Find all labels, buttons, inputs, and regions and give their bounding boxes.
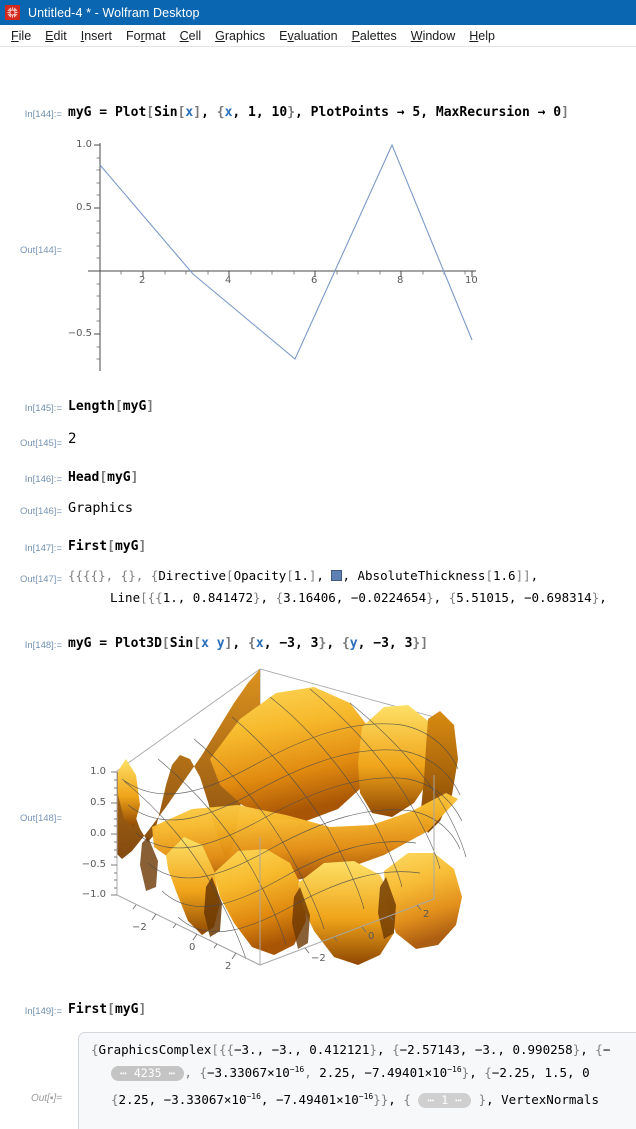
z-tick-00: 0.0	[90, 828, 106, 839]
plot-2d-sin[interactable]: 2 4 6 8 10 1.0 0.5 −0.5	[68, 133, 488, 378]
output-cell-147-line1: {{{{}, {}, {Directive[Opacity[1.], , Abs…	[68, 568, 539, 583]
menu-window[interactable]: Window	[404, 27, 462, 45]
input-cell-147[interactable]: First[myG]	[68, 539, 146, 554]
skeleton-1[interactable]: ⋯ 1 ⋯	[418, 1093, 472, 1109]
z-tick-1: 1.0	[90, 766, 106, 777]
x-tick-8: 8	[397, 275, 404, 286]
y-tick-05: 0.5	[76, 202, 92, 213]
menu-help-rest: elp	[478, 28, 495, 43]
x-tick-6: 6	[311, 275, 318, 286]
menu-cell[interactable]: Cell	[173, 27, 209, 45]
out-label-145: Out[145]=	[20, 438, 62, 449]
output-cell-146: Graphics	[68, 500, 134, 516]
out-label-147: Out[147]=	[20, 574, 62, 585]
out149-line1: {GraphicsComplex[{{−3., −3., 0.412121}, …	[91, 1042, 611, 1057]
plot-3d-svg	[111, 668, 467, 966]
in-label-147: In[147]:=	[24, 543, 62, 554]
menu-format[interactable]: Format	[119, 27, 173, 45]
output-cell-145: 2	[68, 431, 77, 447]
plot-2d-svg	[88, 143, 476, 371]
z-tick-neg1: −1.0	[81, 889, 106, 900]
out-label-148: Out[148]=	[20, 813, 62, 824]
out-label-149: Out[▪]=	[30, 1093, 62, 1104]
y-tick-neg05: −0.5	[67, 328, 92, 339]
rgbcolor-swatch-icon	[331, 570, 343, 581]
menu-help[interactable]: Help	[462, 27, 502, 45]
window-titlebar: Untitled-4 * - Wolfram Desktop	[0, 0, 636, 25]
notebook-canvas[interactable]: In[144]:= myG = Plot[Sin[x], {x, 1, 10},…	[0, 47, 636, 1129]
in-label-148: In[148]:=	[24, 640, 62, 651]
x-tick-2: 2	[139, 275, 146, 286]
menu-graphics-rest: raphics	[224, 28, 266, 43]
menu-format-rest: mat	[144, 28, 166, 43]
x3d-tick-2: 2	[225, 961, 232, 972]
skeleton-4235[interactable]: ⋯ 4235 ⋯	[111, 1066, 185, 1082]
menu-edit-rest: dit	[53, 28, 67, 43]
z-tick-neg05: −0.5	[81, 859, 106, 870]
x-tick-10: 10	[465, 275, 478, 286]
input-cell-149[interactable]: First[myG]	[68, 1002, 146, 1017]
menu-insert-rest: nsert	[84, 28, 112, 43]
menu-cell-rest: ell	[188, 28, 202, 43]
y3d-tick-neg2: −2	[311, 953, 326, 964]
z-tick-05: 0.5	[90, 797, 106, 808]
y-tick-1: 1.0	[76, 139, 92, 150]
large-output-box[interactable]: {GraphicsComplex[{{−3., −3., 0.412121}, …	[78, 1032, 636, 1129]
menu-evaluation[interactable]: Evaluation	[272, 27, 344, 45]
out-label-144: Out[144]=	[20, 245, 62, 256]
menu-file[interactable]: File	[4, 27, 38, 45]
out149-line2: ⋯ 4235 ⋯, {−3.33067×10−16, 2.25, −7.4940…	[111, 1065, 590, 1082]
input-cell-146[interactable]: Head[myG]	[68, 470, 138, 485]
window-title: Untitled-4 * - Wolfram Desktop	[28, 5, 200, 20]
in-label-144: In[144]:=	[24, 109, 62, 120]
menubar: File Edit Insert Format Cell Graphics Ev…	[0, 25, 636, 47]
x3d-tick-neg2: −2	[132, 922, 147, 933]
menu-insert[interactable]: Insert	[74, 27, 119, 45]
wolfram-spikey-icon	[5, 5, 20, 20]
menu-file-rest: ile	[18, 28, 32, 43]
menu-evaluation-rest: aluation	[293, 28, 338, 43]
menu-window-rest: indow	[422, 28, 456, 43]
output-cell-147-line2: Line[{{1., 0.841472}, {3.16406, −0.02246…	[110, 590, 607, 605]
x3d-tick-0: 0	[189, 942, 196, 953]
menu-edit[interactable]: Edit	[38, 27, 74, 45]
y3d-tick-2: 2	[423, 909, 430, 920]
input-cell-144[interactable]: myG = Plot[Sin[x], {x, 1, 10}, PlotPoint…	[68, 105, 569, 120]
out-label-146: Out[146]=	[20, 506, 62, 517]
y3d-tick-0: 0	[368, 931, 375, 942]
out147-directive: Directive	[158, 568, 227, 583]
x-tick-4: 4	[225, 275, 232, 286]
plot-3d-sin-xy[interactable]: 1.0 0.5 0.0 −0.5 −1.0 −2 0 2 −2 0 2	[62, 659, 502, 979]
out149-line3: {2.25, −3.33067×10−16, −7.49401×10−16}},…	[111, 1092, 599, 1109]
menu-palettes-rest: alettes	[359, 28, 397, 43]
in-label-149: In[149]:=	[24, 1006, 62, 1017]
menu-graphics[interactable]: Graphics	[208, 27, 272, 45]
menu-palettes[interactable]: Palettes	[345, 27, 404, 45]
in-label-145: In[145]:=	[24, 403, 62, 414]
input-cell-145[interactable]: Length[myG]	[68, 399, 154, 414]
in-label-146: In[146]:=	[24, 474, 62, 485]
large-output-content: {GraphicsComplex[{{−3., −3., 0.412121}, …	[79, 1033, 636, 1129]
input-cell-148[interactable]: myG = Plot3D[Sin[x y], {x, −3, 3}, {y, −…	[68, 636, 428, 651]
